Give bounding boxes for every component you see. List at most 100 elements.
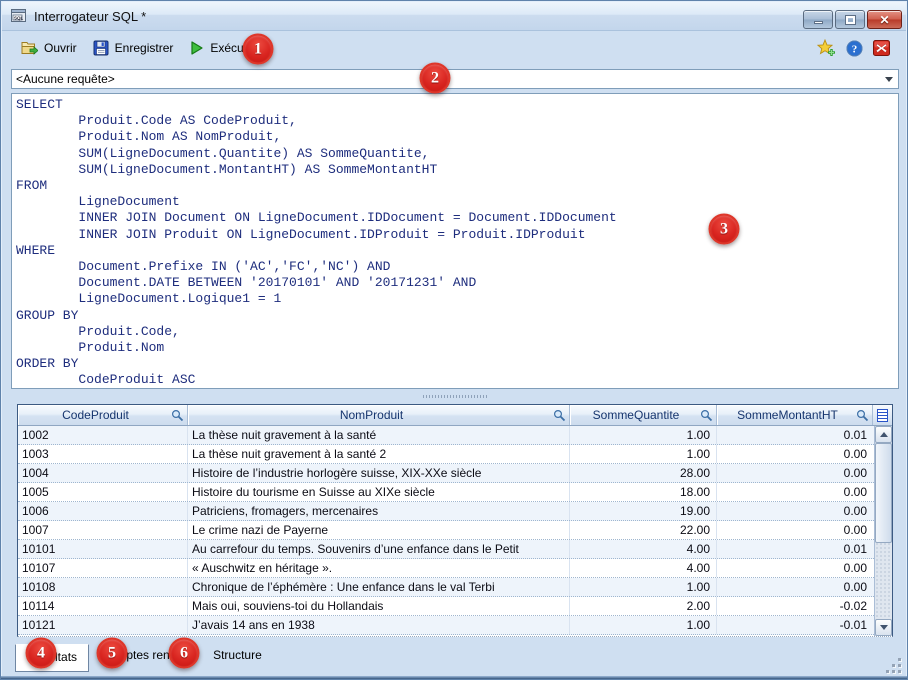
cell-codeproduit: 1004 (18, 464, 188, 482)
sql-interrogator-window: SQL Interrogateur SQL * ✕ Ouvrir (0, 0, 908, 680)
cell-nomproduit: Histoire du tourisme en Suisse au XIXe s… (188, 483, 570, 501)
cell-sommequantite: 1.00 (570, 445, 717, 463)
cell-nomproduit: Histoire de l’industrie horlogère suisse… (188, 464, 570, 482)
cell-nomproduit: J’avais 14 ans en 1938 (188, 616, 570, 634)
open-button[interactable]: Ouvrir (13, 35, 85, 61)
column-header-nomproduit[interactable]: NomProduit (188, 405, 570, 425)
scroll-up-button[interactable] (875, 426, 892, 443)
tab-structure[interactable]: Structure (201, 642, 274, 668)
cell-codeproduit: 10107 (18, 559, 188, 577)
annotation-badge: 6 (169, 638, 200, 669)
resize-grip[interactable] (886, 658, 901, 673)
table-row[interactable]: 1005 Histoire du tourisme en Suisse au X… (18, 483, 874, 502)
table-row[interactable]: 1004 Histoire de l’industrie horlogère s… (18, 464, 874, 483)
cell-nomproduit: La thèse nuit gravement à la santé 2 (188, 445, 570, 463)
close-icon: ✕ (879, 14, 889, 26)
cell-sommemontantht: -0.01 (717, 616, 873, 634)
save-button[interactable]: Enregistrer (85, 35, 182, 61)
search-icon (856, 409, 869, 422)
table-row[interactable]: 10114 Mais oui, souviens-toi du Hollanda… (18, 597, 874, 616)
query-selector-value: <Aucune requête> (16, 72, 115, 86)
maximize-button[interactable] (835, 10, 865, 29)
cell-codeproduit: 1005 (18, 483, 188, 501)
table-row[interactable]: 1007 Le crime nazi de Payerne 22.00 0.00 (18, 521, 874, 540)
table-row[interactable]: 10108 Chronique de l’éphémère : Une enfa… (18, 578, 874, 597)
cell-nomproduit: La thèse nuit gravement à la santé (188, 426, 570, 444)
annotation-badge: 3 (709, 214, 740, 245)
cell-codeproduit: 1006 (18, 502, 188, 520)
annotation-badge: 1 (243, 34, 274, 65)
cell-sommemontantht: 0.00 (717, 445, 873, 463)
results-grid: CodeProduit NomProduit SommeQuantite (17, 404, 893, 637)
cell-sommequantite: 18.00 (570, 483, 717, 501)
cell-sommequantite: 22.00 (570, 521, 717, 539)
cell-sommequantite: 19.00 (570, 502, 717, 520)
cell-sommequantite: 2.00 (570, 597, 717, 615)
titlebar: SQL Interrogateur SQL * ✕ (2, 2, 906, 31)
cell-sommemontantht: 0.00 (717, 559, 873, 577)
cell-nomproduit: Mais oui, souviens-toi du Hollandais (188, 597, 570, 615)
cell-sommequantite: 28.00 (570, 464, 717, 482)
scroll-down-button[interactable] (875, 619, 892, 636)
star-plus-icon (817, 39, 836, 57)
cell-codeproduit: 1002 (18, 426, 188, 444)
cell-codeproduit: 10101 (18, 540, 188, 558)
table-row[interactable]: 1003 La thèse nuit gravement à la santé … (18, 445, 874, 464)
maximize-icon (846, 16, 855, 24)
table-row[interactable]: 10101 Au carrefour du temps. Souvenirs d… (18, 540, 874, 559)
arrow-down-icon (880, 625, 888, 630)
toolbar: Ouvrir Enregistrer Exécuter (5, 31, 903, 65)
annotation-badge: 2 (420, 63, 451, 94)
help-button[interactable]: ? (841, 35, 868, 62)
cell-sommemontantht: 0.01 (717, 426, 873, 444)
table-row[interactable]: 1002 La thèse nuit gravement à la santé … (18, 426, 874, 445)
minimize-button[interactable] (803, 10, 833, 29)
search-icon (553, 409, 566, 422)
cell-sommemontantht: 0.01 (717, 540, 873, 558)
help-icon: ? (846, 40, 863, 57)
table-row[interactable]: 1006 Patriciens, fromagers, mercenaires … (18, 502, 874, 521)
minimize-icon (814, 21, 823, 24)
annotation-badge: 5 (97, 638, 128, 669)
arrow-up-icon (880, 432, 888, 437)
table-body: 1002 La thèse nuit gravement à la santé … (18, 426, 874, 636)
cell-sommequantite: 1.00 (570, 426, 717, 444)
search-icon (171, 409, 184, 422)
vertical-scrollbar[interactable] (874, 426, 892, 636)
cell-nomproduit: Chronique de l’éphémère : Une enfance da… (188, 578, 570, 596)
column-header-sommequantite[interactable]: SommeQuantite (570, 405, 717, 425)
table-row[interactable]: 10107 « Auschwitz en héritage ». 4.00 0.… (18, 559, 874, 578)
cell-sommemontantht: 0.00 (717, 483, 873, 501)
open-folder-icon (21, 40, 38, 56)
column-header-codeproduit[interactable]: CodeProduit (18, 405, 188, 425)
window-title: Interrogateur SQL * (34, 9, 146, 24)
splitter-handle[interactable] (11, 390, 899, 402)
cell-sommequantite: 4.00 (570, 540, 717, 558)
favorite-add-button[interactable] (812, 34, 841, 62)
cell-codeproduit: 1003 (18, 445, 188, 463)
open-button-label: Ouvrir (44, 41, 77, 55)
red-x-icon (873, 40, 890, 56)
annotation-badge: 4 (26, 638, 57, 669)
svg-text:?: ? (852, 43, 858, 55)
query-selector-combobox[interactable]: <Aucune requête> (11, 69, 899, 89)
cell-codeproduit: 10114 (18, 597, 188, 615)
search-icon (700, 409, 713, 422)
cell-nomproduit: Patriciens, fromagers, mercenaires (188, 502, 570, 520)
cell-sommemontantht: 0.00 (717, 578, 873, 596)
cell-sommequantite: 1.00 (570, 616, 717, 634)
cell-codeproduit: 10108 (18, 578, 188, 596)
column-header-sommemontantht[interactable]: SommeMontantHT (717, 405, 873, 425)
save-floppy-icon (93, 40, 109, 56)
scrollbar-thumb[interactable] (875, 443, 892, 543)
close-button[interactable]: ✕ (867, 10, 902, 29)
cell-sommemontantht: 0.00 (717, 502, 873, 520)
grid-icon (877, 409, 888, 422)
column-chooser-button[interactable] (873, 405, 892, 425)
cell-codeproduit: 1007 (18, 521, 188, 539)
close-query-button[interactable] (868, 35, 895, 61)
cell-nomproduit: Le crime nazi de Payerne (188, 521, 570, 539)
table-row[interactable]: 10121 J’avais 14 ans en 1938 1.00 -0.01 (18, 616, 874, 635)
sql-editor[interactable]: SELECT Produit.Code AS CodeProduit, Prod… (11, 93, 899, 389)
cell-sommequantite: 1.00 (570, 578, 717, 596)
